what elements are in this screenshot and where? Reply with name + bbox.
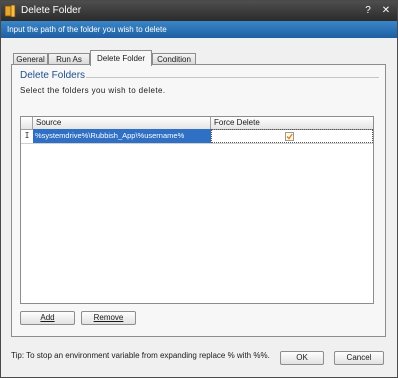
remove-button[interactable]: Remove [81,311,136,325]
folder-icon [4,4,16,18]
add-button[interactable]: Add [20,311,75,325]
window-title: Delete Folder [21,5,82,16]
folders-grid[interactable]: Source Force Delete I %systemdrive%\Rubb… [20,116,374,304]
tab-delete-folder[interactable]: Delete Folder [90,50,152,66]
help-button[interactable]: ? [361,4,375,17]
cancel-button[interactable]: Cancel [334,351,384,365]
column-header-force-delete[interactable]: Force Delete [211,117,373,129]
instruction-text: Select the folders you wish to delete. [20,86,166,95]
force-delete-cell[interactable] [211,129,373,143]
group-title: Delete Folders [20,70,86,81]
ok-button[interactable]: OK [280,351,324,365]
instruction-banner: Input the path of the folder you wish to… [1,21,397,38]
force-delete-checkbox[interactable] [285,132,294,141]
row-header-corner [21,117,33,129]
group-divider [86,77,379,78]
title-bar: Delete Folder ? ✕ [1,1,397,21]
delete-folder-dialog: Delete Folder ? ✕ Input the path of the … [0,0,398,378]
close-button[interactable]: ✕ [379,4,393,17]
tip-text: Tip: To stop an environment variable fro… [11,351,270,360]
banner-text: Input the path of the folder you wish to… [7,25,167,34]
table-row[interactable]: I %systemdrive%\Rubbish_App\%username% [21,129,373,144]
column-header-source[interactable]: Source [33,117,211,129]
source-cell[interactable]: %systemdrive%\Rubbish_App\%username% [33,129,211,143]
